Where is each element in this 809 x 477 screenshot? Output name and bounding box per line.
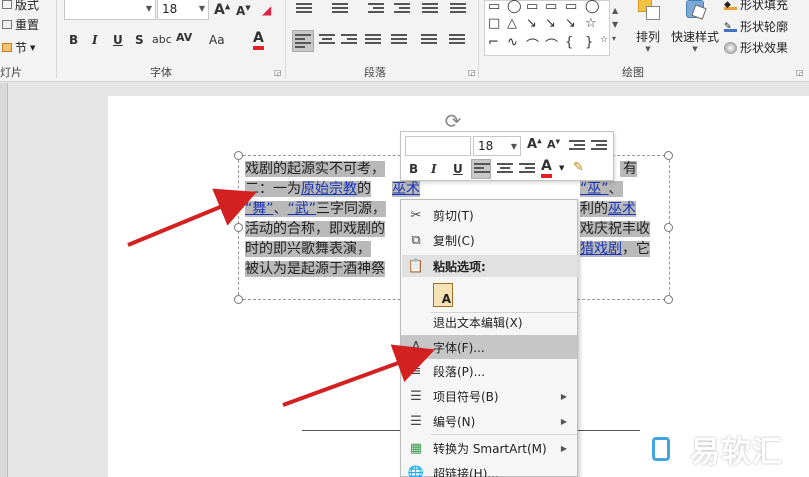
watermark-text: 易软汇 [690, 435, 783, 470]
annotation-arrow [282, 344, 436, 407]
watermark-logo-icon [640, 428, 682, 470]
annotation-arrows [127, 188, 436, 407]
annotation-arrow [127, 188, 257, 247]
watermark: 易软汇 [640, 426, 800, 472]
